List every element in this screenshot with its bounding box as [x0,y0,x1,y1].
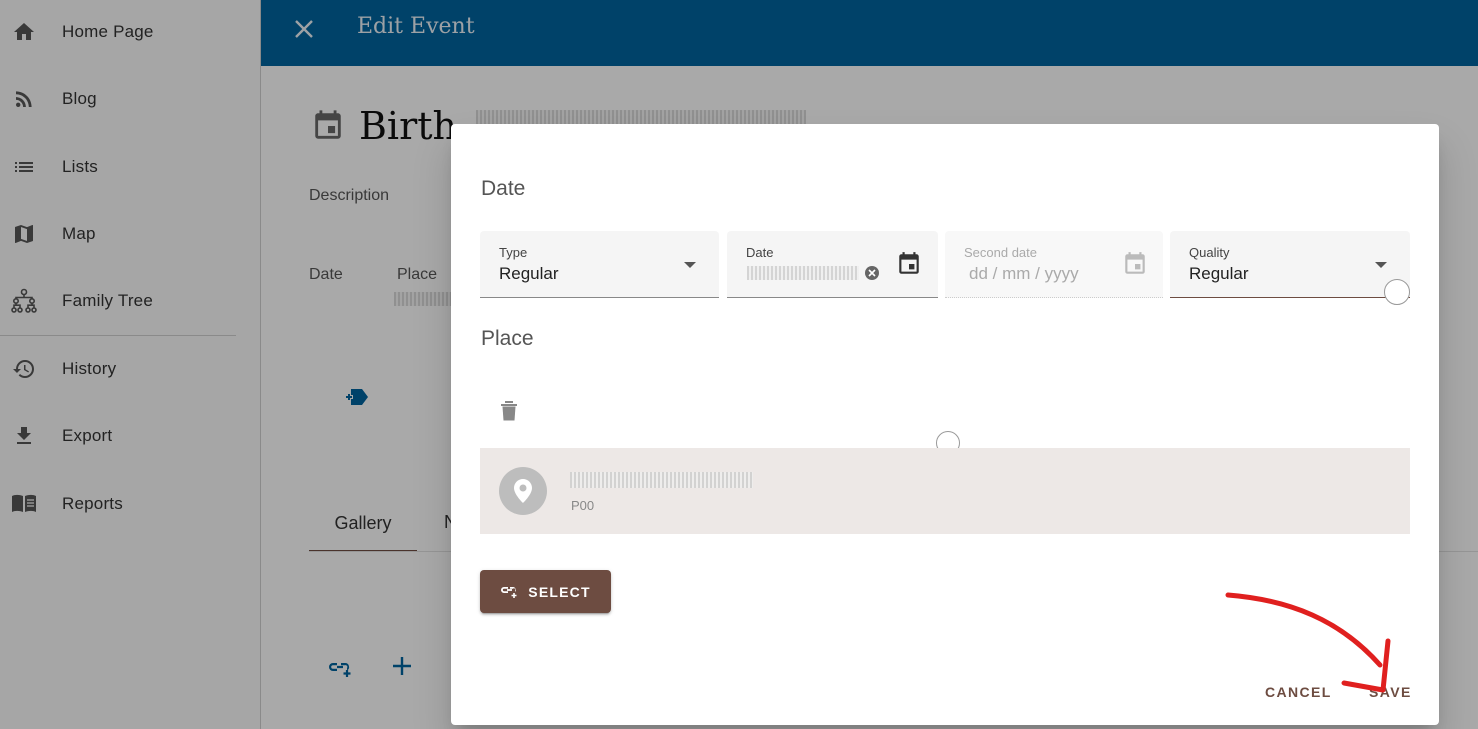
select-button-label: SELECT [528,583,591,600]
place-id: P00 [571,498,595,513]
quality-label: Quality [1189,245,1230,260]
date-field-label: Date [746,245,774,260]
select-button[interactable]: SELECT [480,570,611,613]
delete-icon[interactable] [499,398,519,427]
redacted-place-name [570,472,753,488]
clear-icon[interactable] [864,265,880,286]
location-pin-icon [514,479,532,503]
link-icon [501,586,517,598]
type-label: Type [499,245,528,260]
second-date-field: Second date dd / mm / yyyy [945,231,1163,298]
edit-event-dialog: Date Type Regular Date Second date dd / … [451,124,1439,725]
date-field[interactable]: Date [727,231,938,298]
save-button[interactable]: SAVE [1369,684,1412,700]
place-card[interactable]: P00 [480,448,1410,534]
place-avatar [499,467,547,515]
cancel-button[interactable]: CANCEL [1265,684,1332,700]
calendar-icon [1122,250,1148,283]
second-date-placeholder: dd / mm / yyyy [969,264,1079,283]
second-date-label: Second date [964,245,1038,260]
quality-value: Regular [1189,264,1249,283]
ripple-indicator [1384,279,1410,305]
dropdown-arrow-icon [684,262,696,268]
place-section-title: Place [481,327,534,350]
redacted-date [747,266,859,280]
calendar-icon[interactable] [896,250,922,283]
dropdown-arrow-icon [1375,262,1387,268]
quality-select[interactable]: Quality Regular [1170,231,1410,298]
date-section-title: Date [481,177,526,200]
type-value: Regular [499,264,559,283]
type-select[interactable]: Type Regular [480,231,719,298]
